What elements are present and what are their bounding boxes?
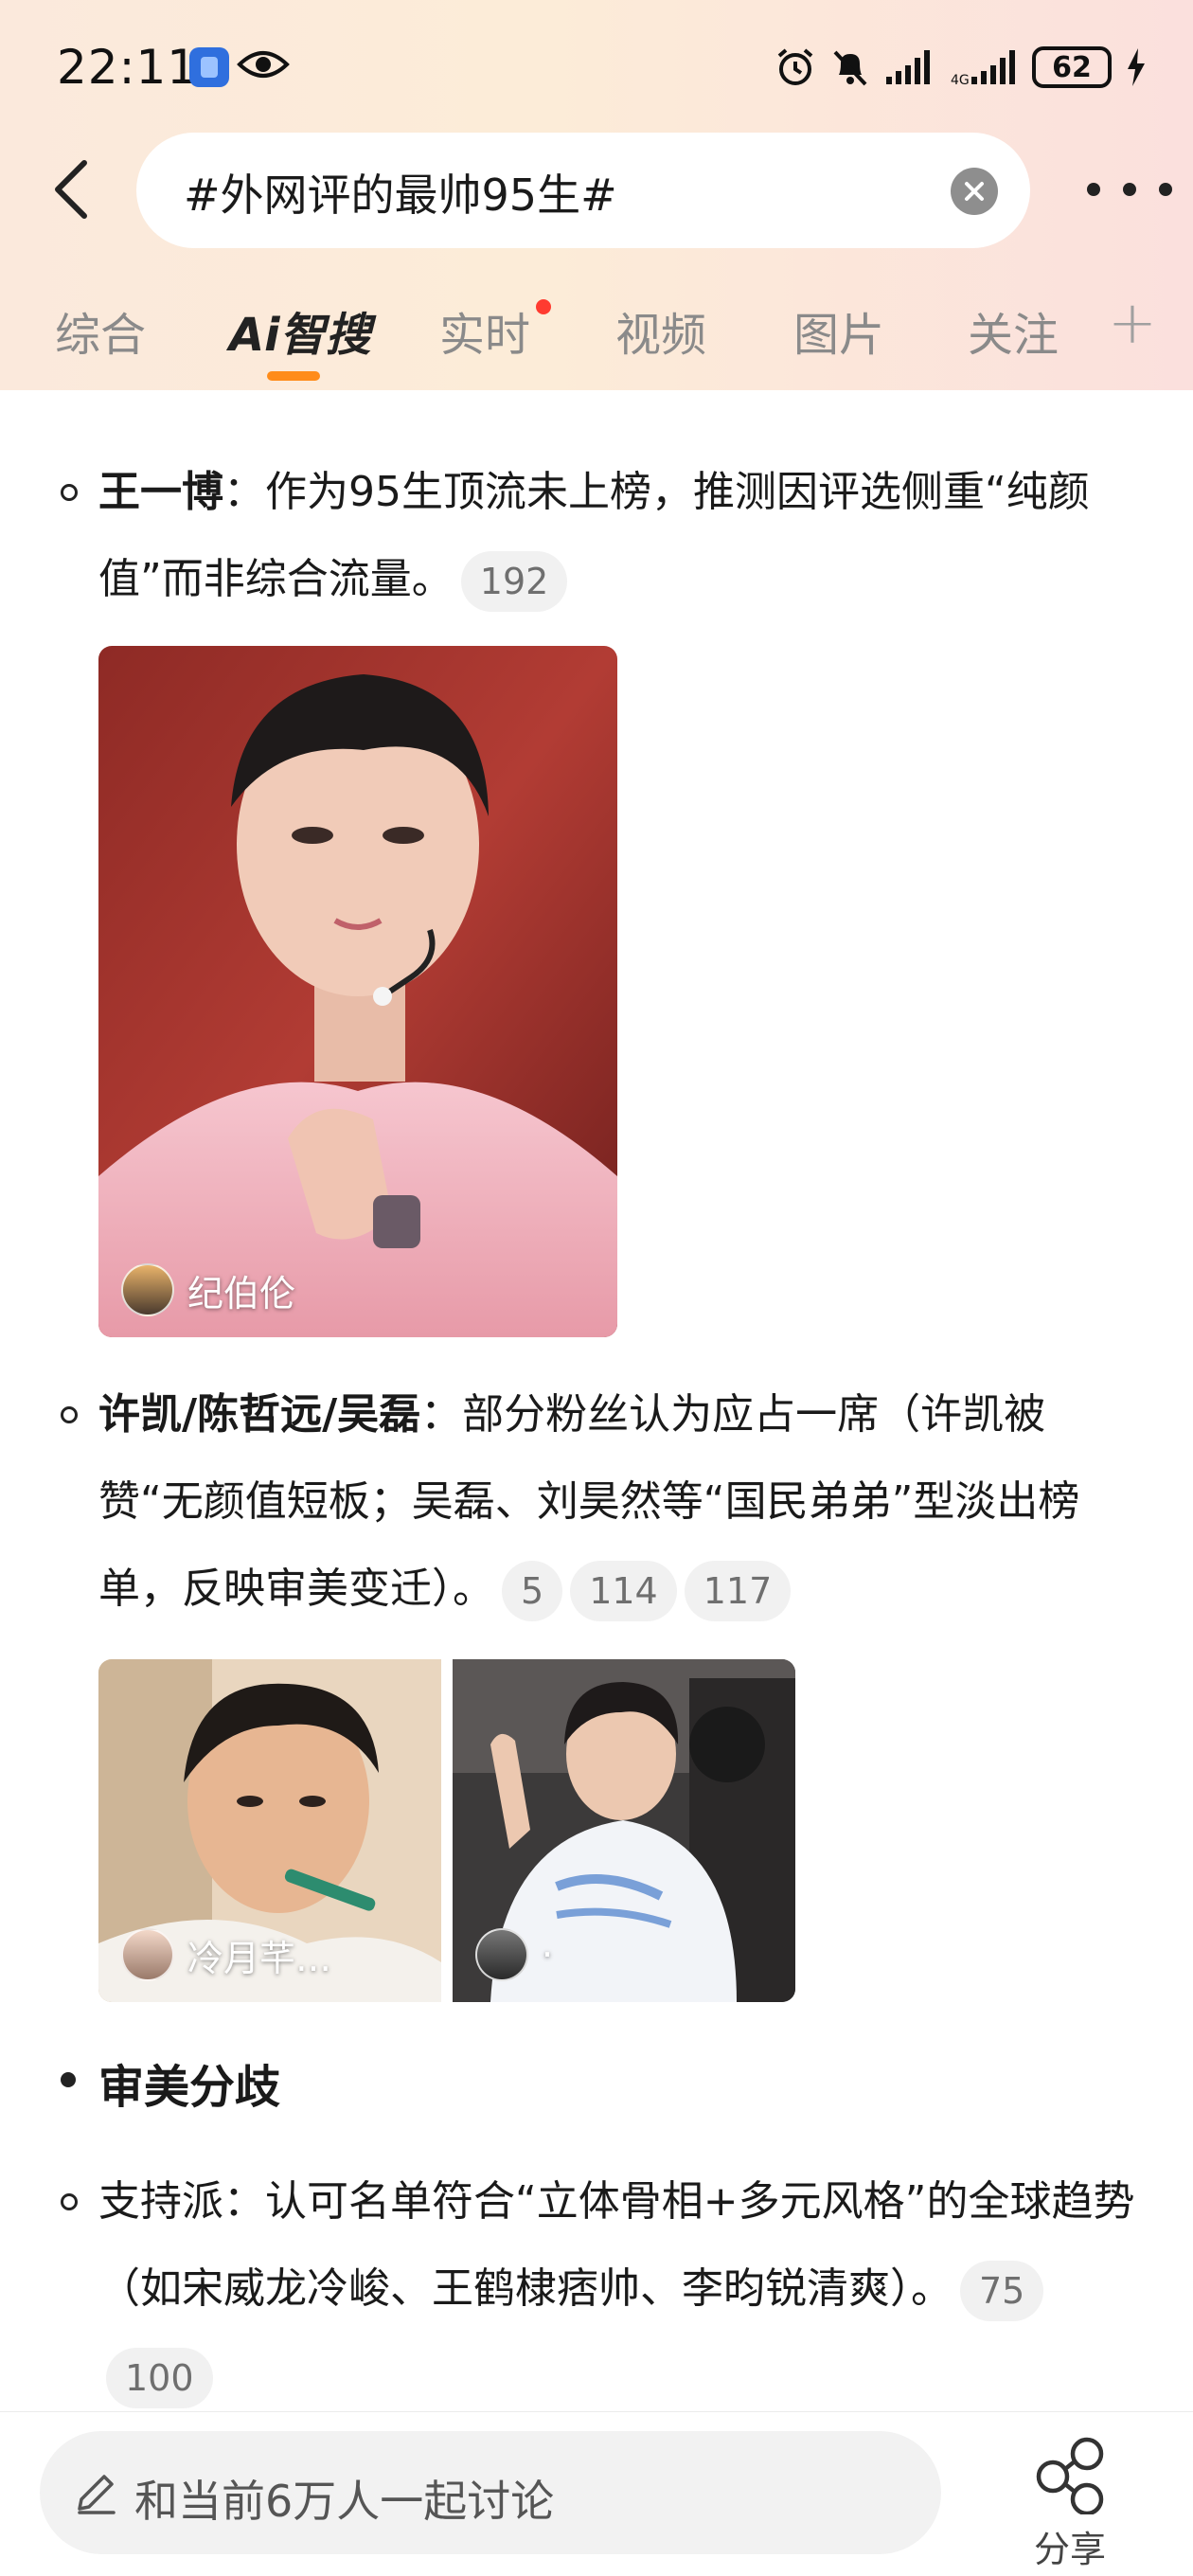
status-time: 22:11 <box>57 40 199 95</box>
bullet-icon <box>61 2193 78 2210</box>
back-button[interactable] <box>38 152 104 227</box>
dot-icon <box>1123 183 1136 196</box>
dot-icon <box>1087 183 1100 196</box>
comment-input[interactable]: 和当前6万人一起讨论 <box>40 2431 941 2554</box>
comment-placeholder: 和当前6万人一起讨论 <box>134 2476 555 2527</box>
photo-credit: 冷月芊… <box>121 1928 331 1981</box>
avatar <box>475 1928 528 1981</box>
reference-badge[interactable]: 75 <box>960 2261 1044 2321</box>
reference-badge[interactable]: 114 <box>570 1561 677 1621</box>
search-query: #外网评的最帅95生# <box>184 170 617 221</box>
add-tab-button[interactable]: + <box>1108 288 1157 357</box>
share-button[interactable]: 分享 <box>1023 2433 1117 2570</box>
mute-icon <box>833 50 867 86</box>
reference-badge[interactable]: 117 <box>684 1561 792 1621</box>
top-header: 22:11 4G 62 #外网评的最帅95生# 综合 Ai智搜 实时 视频 图片… <box>0 0 1193 390</box>
credit-name: · <box>542 1934 554 1976</box>
active-tab-indicator <box>267 371 320 381</box>
reference-badge[interactable]: 192 <box>460 551 568 612</box>
alarm-icon <box>777 48 813 85</box>
bullet-icon <box>61 484 78 501</box>
list-item: 许凯/陈哲远/吴磊：部分粉丝认为应占一席（许凯被赞“无颜值短板；吴磊、刘昊然等“… <box>98 1371 1149 1633</box>
tab-realtime[interactable]: 实时 <box>439 297 530 364</box>
item-name: 许凯/陈哲远/吴磊 <box>98 1390 421 1439</box>
tab-following[interactable]: 关注 <box>968 297 1059 364</box>
pencil-icon <box>78 2475 116 2514</box>
charging-icon <box>1128 48 1145 86</box>
item-name: 王一博 <box>98 468 223 516</box>
list-item: 王一博：作为95生顶流未上榜，推测因评选侧重“纯颜值”而非综合流量。 192 <box>98 449 1149 623</box>
tab-comprehensive[interactable]: 综合 <box>55 297 146 364</box>
status-right-icons: 4G 62 <box>775 44 1148 91</box>
more-options-button[interactable] <box>1087 170 1172 208</box>
section-title: 审美分歧 <box>98 2061 281 2114</box>
list-item: 支持派：认可名单符合“立体骨相+多元风格”的全球趋势（如宋威龙冷峻、王鹤棣痞帅、… <box>98 2158 1149 2420</box>
tab-video[interactable]: 视频 <box>615 297 706 364</box>
clear-search-button[interactable] <box>951 168 998 215</box>
dot-icon <box>1159 183 1172 196</box>
reference-badge[interactable]: 100 <box>106 2348 213 2408</box>
photo-card[interactable]: 冷月芊… <box>98 1659 441 2002</box>
realtime-badge-dot <box>536 299 551 314</box>
tab-ai-search[interactable]: Ai智搜 <box>229 297 371 364</box>
photo-card[interactable]: · <box>453 1659 795 2002</box>
credit-name: 冷月芊… <box>187 1937 332 1979</box>
photo-credit: · <box>475 1928 553 1981</box>
signal-icon: 4G <box>951 50 1015 86</box>
bullet-icon <box>61 2072 76 2087</box>
search-tabs: 综合 Ai智搜 实时 视频 图片 关注 + <box>0 284 1193 390</box>
close-icon <box>965 182 984 201</box>
eye-icon <box>237 45 290 87</box>
share-icon <box>1036 2437 1104 2514</box>
status-bar: 22:11 4G 62 <box>0 0 1193 133</box>
photo-card[interactable]: 纪伯伦 <box>98 646 617 1337</box>
photo-credit: 纪伯伦 <box>121 1263 295 1316</box>
bottom-bar: 和当前6万人一起讨论 分享 <box>0 2411 1193 2576</box>
avatar <box>121 1263 174 1316</box>
credit-name: 纪伯伦 <box>187 1272 296 1315</box>
avatar <box>121 1928 174 1981</box>
share-label: 分享 <box>1033 2529 1106 2570</box>
app-icon <box>189 47 229 87</box>
chevron-left-icon <box>55 160 87 219</box>
search-input[interactable]: #外网评的最帅95生# <box>136 133 1030 248</box>
tab-images[interactable]: 图片 <box>793 297 884 364</box>
reference-badge[interactable]: 5 <box>502 1561 563 1621</box>
battery-icon: 62 <box>1032 46 1112 88</box>
portrait-image <box>98 646 617 1337</box>
item-text: ：作为95生顶流未上榜，推测因评选侧重“纯颜值”而非综合流量。 <box>98 468 1090 603</box>
signal-icon <box>886 50 930 84</box>
bullet-icon <box>61 1406 78 1423</box>
svg-text:4G: 4G <box>951 73 970 86</box>
